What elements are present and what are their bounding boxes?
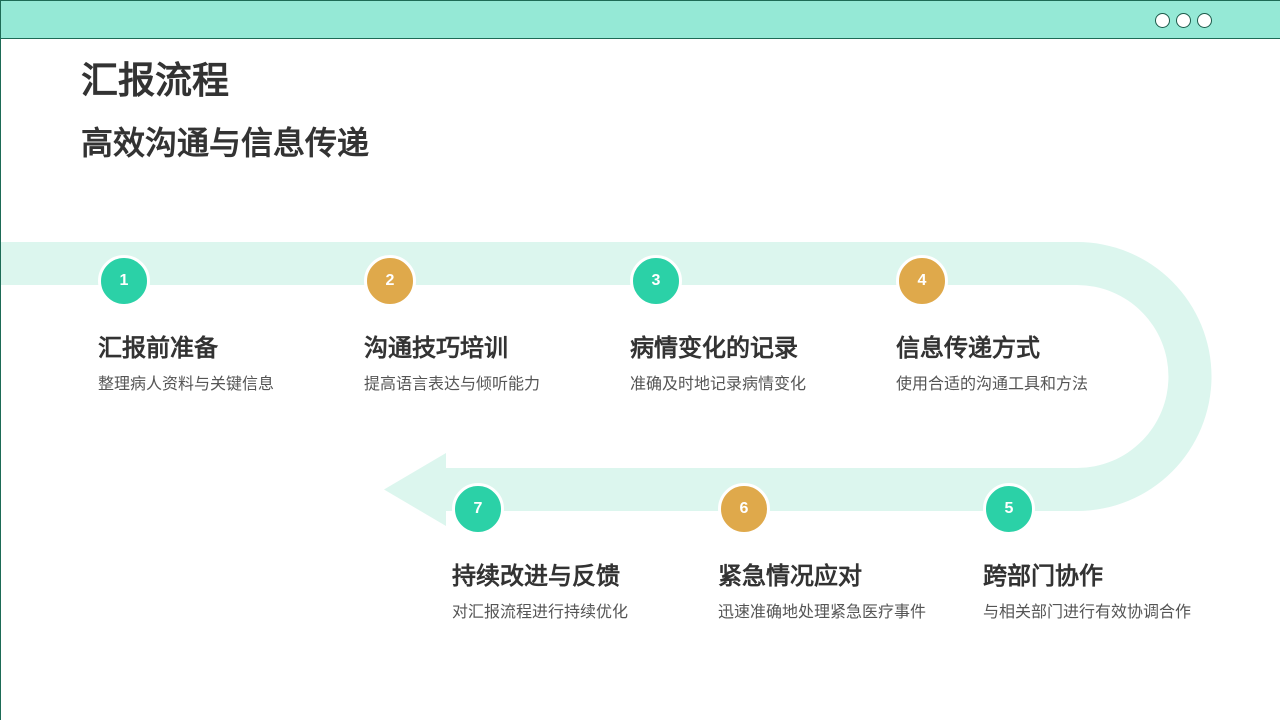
step-description: 提高语言表达与倾听能力 [364,376,541,393]
step-description: 与相关部门进行有效协调合作 [983,604,1192,621]
step-1: 1 汇报前准备 整理病人资料与关键信息 [98,255,358,405]
step-number-badge: 7 [452,483,504,535]
step-title: 沟通技巧培训 [364,335,508,362]
step-number-badge: 5 [983,483,1035,535]
step-title: 汇报前准备 [98,335,218,362]
step-title: 持续改进与反馈 [452,563,620,590]
step-description: 对汇报流程进行持续优化 [452,604,629,621]
step-description: 迅速准确地处理紧急医疗事件 [718,604,927,621]
step-7: 7 持续改进与反馈 对汇报流程进行持续优化 [452,483,712,633]
step-2: 2 沟通技巧培训 提高语言表达与倾听能力 [364,255,624,405]
step-description: 整理病人资料与关键信息 [98,376,275,393]
step-5: 5 跨部门协作 与相关部门进行有效协调合作 [983,483,1243,633]
step-title: 信息传递方式 [896,335,1040,362]
step-number-badge: 6 [718,483,770,535]
step-number-badge: 4 [896,255,948,307]
step-number-badge: 2 [364,255,416,307]
step-4: 4 信息传递方式 使用合适的沟通工具和方法 [896,255,1156,405]
step-title: 跨部门协作 [983,563,1103,590]
step-title: 病情变化的记录 [630,335,798,362]
step-description: 准确及时地记录病情变化 [630,376,807,393]
step-6: 6 紧急情况应对 迅速准确地处理紧急医疗事件 [718,483,978,633]
step-3: 3 病情变化的记录 准确及时地记录病情变化 [630,255,890,405]
step-title: 紧急情况应对 [718,563,862,590]
step-description: 使用合适的沟通工具和方法 [896,376,1089,393]
step-number-badge: 1 [98,255,150,307]
slide: 汇报流程 高效沟通与信息传递 1 汇报前准备 整理病人资料与关键信息 2 沟通技… [0,0,1280,720]
step-number-badge: 3 [630,255,682,307]
